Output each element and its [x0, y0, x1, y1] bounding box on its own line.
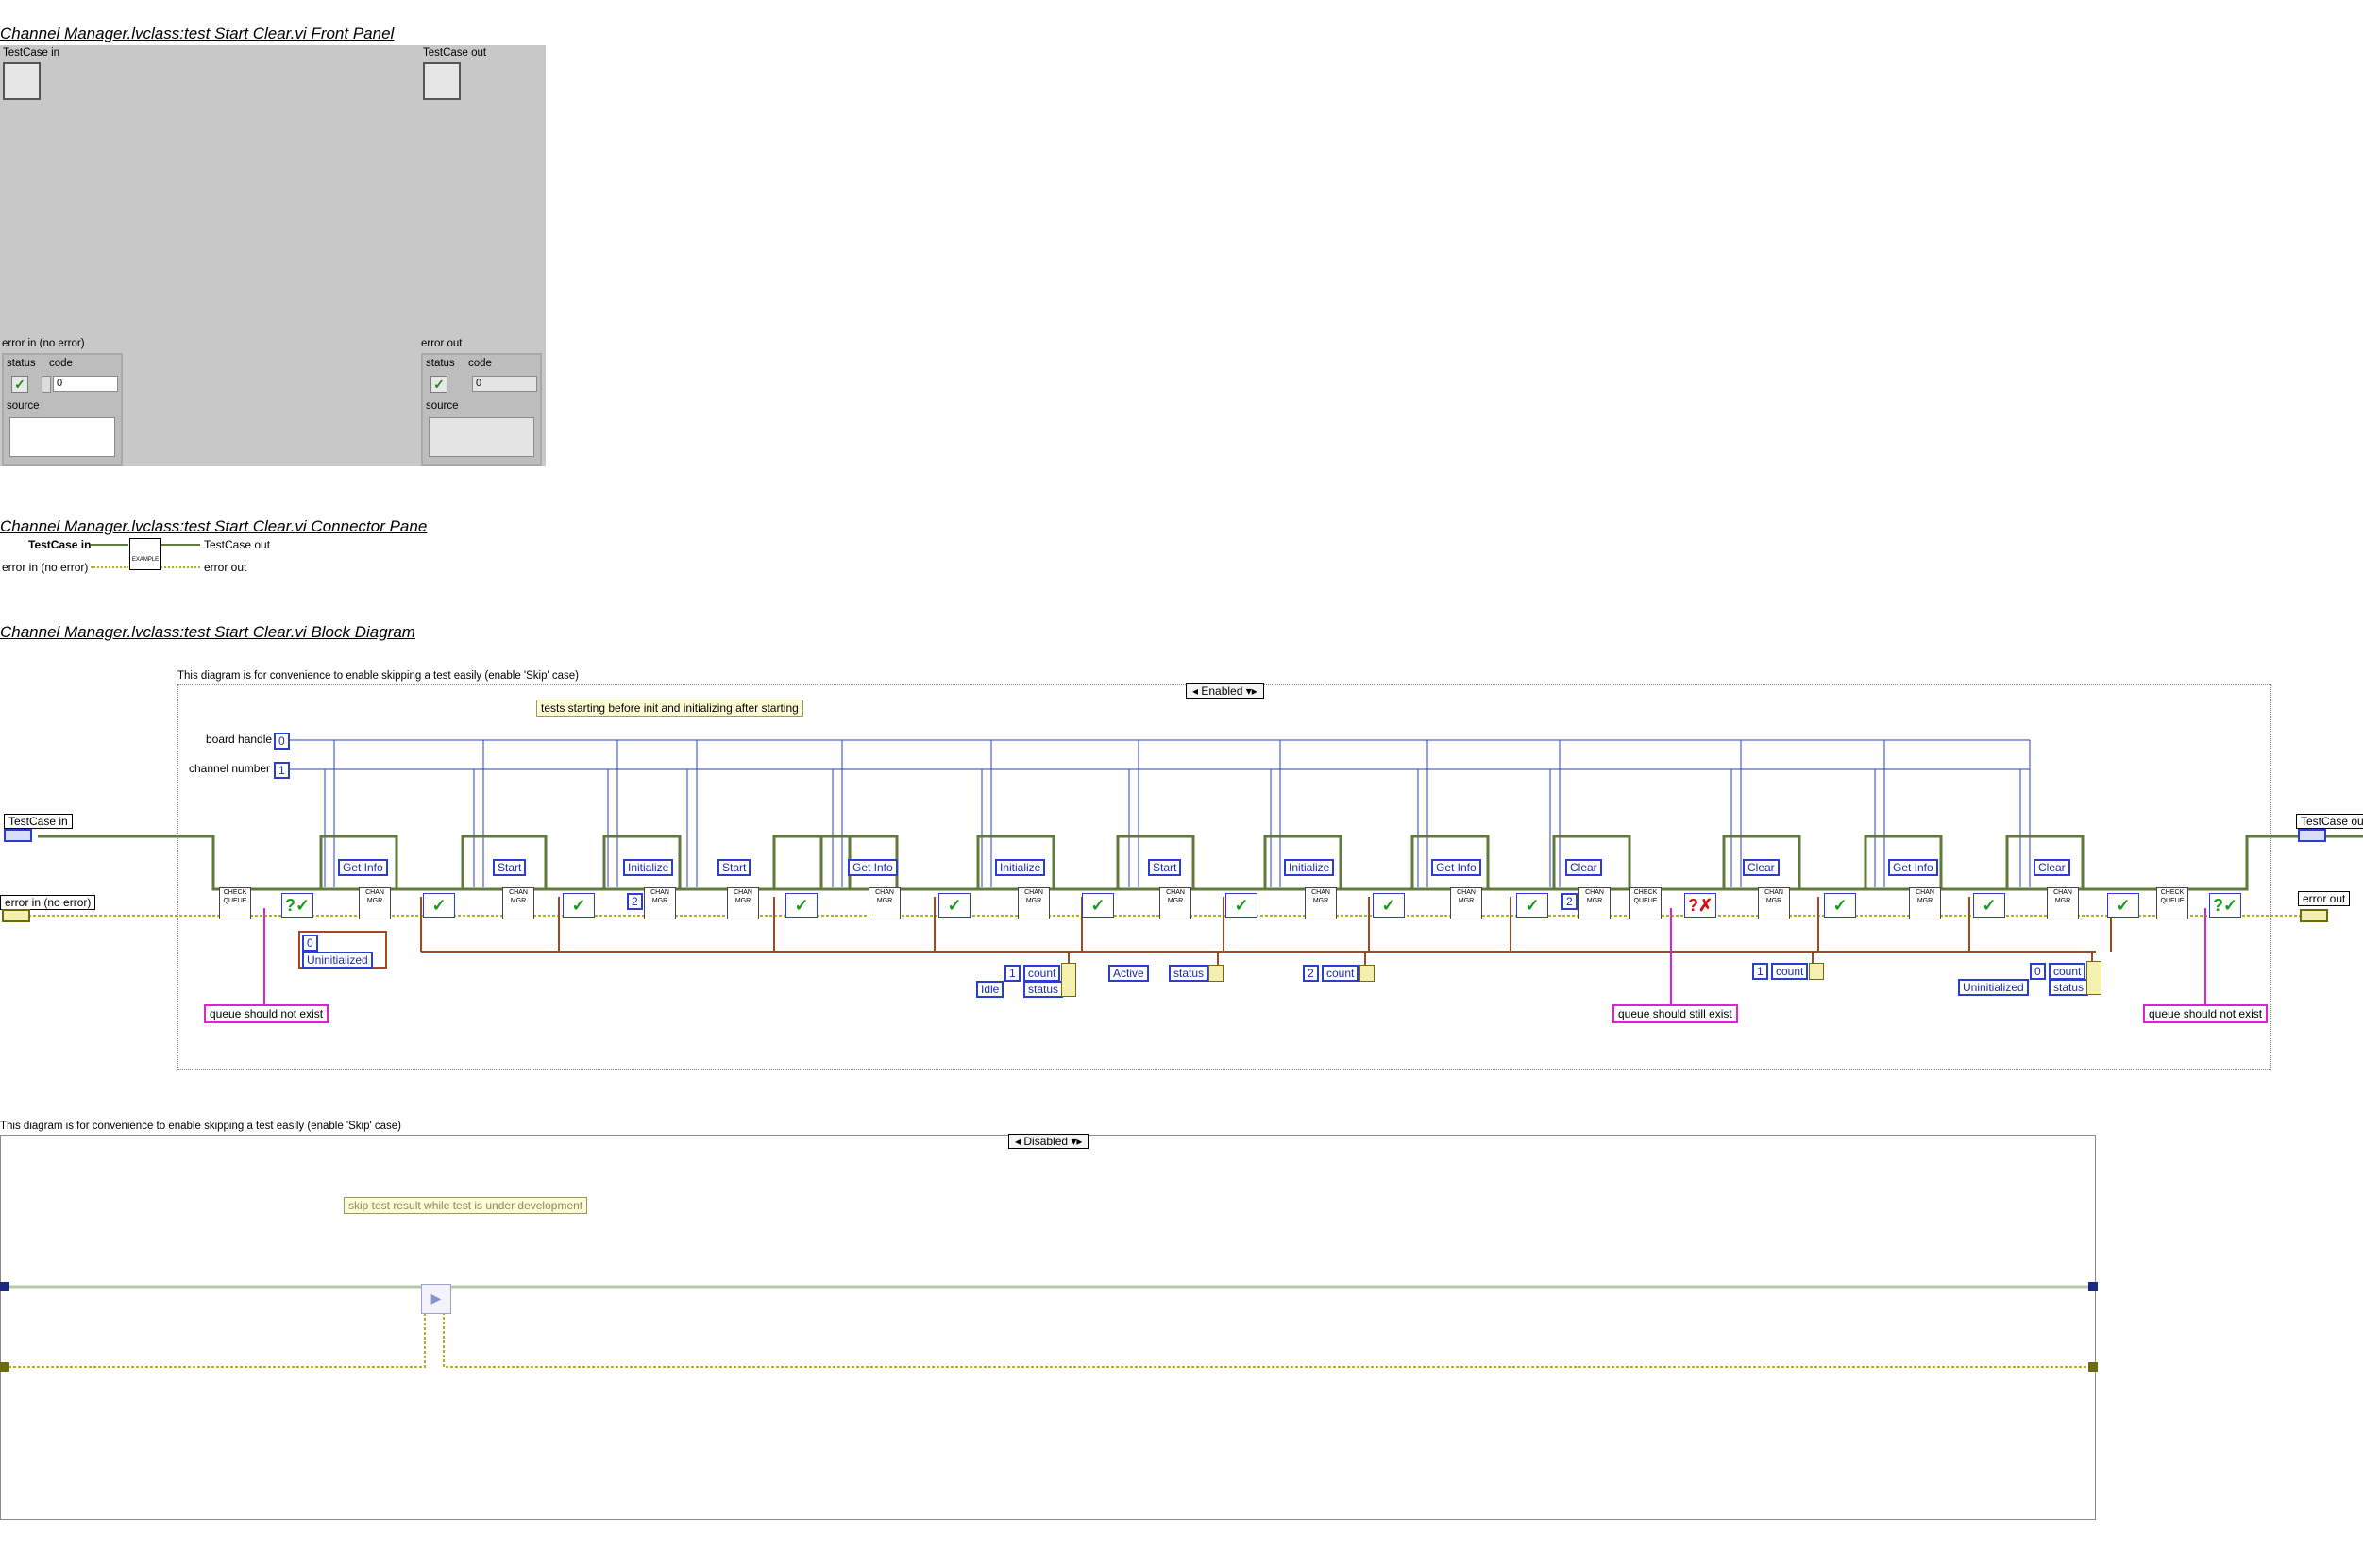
bundle-5[interactable] — [2086, 961, 2101, 995]
c3-count-const[interactable]: 2 — [1303, 965, 1319, 982]
constant-two-1[interactable]: 2 — [627, 893, 643, 910]
assert-vi-3[interactable]: ?✓ — [2209, 893, 2241, 918]
chan-mgr-vi-4[interactable]: CHAN MGR — [727, 887, 759, 919]
check-queue-vi-1[interactable]: CHECK QUEUE — [219, 887, 251, 919]
tunnel-left-error — [0, 1362, 9, 1372]
c4-count-const[interactable]: 1 — [1752, 963, 1768, 980]
note-skip-test: skip test result while test is under dev… — [344, 1197, 588, 1214]
assert-vi-1[interactable]: ?✓ — [281, 893, 313, 918]
command-enum-1[interactable]: Get Info — [338, 859, 388, 876]
case-selector-disabled[interactable]: ◂ Disabled ▾▸ — [1008, 1134, 1089, 1149]
c5-status-const[interactable]: Uninitialized — [1958, 979, 2029, 996]
c4-count-label: count — [1771, 963, 1809, 980]
equals-check-1[interactable]: ✓ — [423, 893, 455, 918]
chan-mgr-vi-1[interactable]: CHAN MGR — [359, 887, 391, 919]
case-label-disabled: Disabled — [1023, 1135, 1069, 1148]
c1-count-label: count — [1023, 965, 1061, 982]
c5-count-const[interactable]: 0 — [2030, 963, 2046, 980]
bd-testcase-in-label: TestCase in — [4, 814, 73, 829]
equals-check-8[interactable]: ✓ — [1516, 893, 1548, 918]
equals-check-2[interactable]: ✓ — [563, 893, 595, 918]
skip-vi-icon[interactable]: ▶ — [421, 1284, 451, 1314]
bundle-4[interactable] — [1809, 963, 1824, 980]
command-enum-3[interactable]: Initialize — [623, 859, 674, 876]
assert-vi-2[interactable]: ?✗ — [1684, 893, 1716, 918]
initial-status-cluster[interactable]: 0 Uninitialized — [298, 931, 387, 969]
chan-mgr-vi-8[interactable]: CHAN MGR — [1305, 887, 1337, 919]
equals-check-7[interactable]: ✓ — [1373, 893, 1405, 918]
tunnel-right-class — [2088, 1282, 2098, 1291]
c1-status-label: status — [1023, 981, 1064, 998]
c1-status-const[interactable]: Idle — [976, 981, 1004, 998]
c5-status-label: status — [2049, 979, 2089, 996]
chan-mgr-vi-12[interactable]: CHAN MGR — [1909, 887, 1941, 919]
comment-queue-should-not-exist-2: queue should not exist — [2143, 1004, 2269, 1023]
comment-queue-should-still-exist: queue should still exist — [1612, 1004, 1738, 1023]
chan-mgr-vi-5[interactable]: CHAN MGR — [869, 887, 901, 919]
equals-check-3[interactable]: ✓ — [785, 893, 818, 918]
equals-check-6[interactable]: ✓ — [1225, 893, 1257, 918]
chan-mgr-vi-9[interactable]: CHAN MGR — [1450, 887, 1482, 919]
command-enum-11[interactable]: Clear — [1743, 859, 1780, 876]
structure2-caption: This diagram is for convenience to enabl… — [0, 1121, 402, 1132]
chan-mgr-vi-11[interactable]: CHAN MGR — [1758, 887, 1790, 919]
command-enum-4[interactable]: Start — [717, 859, 751, 876]
equals-check-4[interactable]: ✓ — [938, 893, 971, 918]
command-enum-10[interactable]: Clear — [1565, 859, 1602, 876]
bd-error-in-label: error in (no error) — [0, 895, 96, 910]
initial-count[interactable]: 0 — [302, 935, 318, 952]
equals-check-5[interactable]: ✓ — [1082, 893, 1114, 918]
chan-mgr-vi-10[interactable]: CHAN MGR — [1578, 887, 1611, 919]
bundle-3[interactable] — [1359, 965, 1375, 982]
comment-queue-should-not-exist-1: queue should not exist — [204, 1004, 329, 1023]
c1-count-const[interactable]: 1 — [1004, 965, 1021, 982]
board-handle-label: board handle — [206, 733, 273, 746]
bundle-2[interactable] — [1208, 965, 1224, 982]
diagram-disable-structure-disabled — [0, 1135, 2096, 1520]
bd-testcase-out-label: TestCase out — [2296, 814, 2363, 829]
tunnel-right-error — [2088, 1362, 2098, 1372]
bd-testcase-out-terminal — [2298, 829, 2326, 842]
tunnel-left-class — [0, 1282, 9, 1291]
command-enum-6[interactable]: Initialize — [995, 859, 1046, 876]
chan-mgr-vi-7[interactable]: CHAN MGR — [1159, 887, 1191, 919]
channel-number-constant[interactable]: 1 — [274, 762, 290, 779]
chan-mgr-vi-3[interactable]: CHAN MGR — [644, 887, 676, 919]
equals-check-9[interactable]: ✓ — [1824, 893, 1856, 918]
c3-count-label: count — [1322, 965, 1359, 982]
bundle-1[interactable] — [1061, 963, 1076, 997]
bd-error-in-terminal[interactable] — [2, 909, 30, 922]
board-handle-constant[interactable]: 0 — [274, 733, 290, 750]
check-queue-vi-3[interactable]: CHECK QUEUE — [2156, 887, 2188, 919]
command-enum-2[interactable]: Start — [493, 859, 527, 876]
channel-number-label: channel number — [189, 762, 271, 775]
check-queue-vi-2[interactable]: CHECK QUEUE — [1629, 887, 1662, 919]
chan-mgr-vi-2[interactable]: CHAN MGR — [502, 887, 534, 919]
command-enum-8[interactable]: Initialize — [1284, 859, 1335, 876]
command-enum-5[interactable]: Get Info — [848, 859, 898, 876]
bd-error-out-label: error out — [2298, 891, 2351, 906]
command-enum-7[interactable]: Start — [1148, 859, 1182, 876]
initial-status-enum[interactable]: Uninitialized — [302, 952, 373, 969]
command-enum-13[interactable]: Clear — [2034, 859, 2070, 876]
command-enum-9[interactable]: Get Info — [1431, 859, 1481, 876]
bd-error-out-terminal — [2300, 909, 2328, 922]
constant-two-2[interactable]: 2 — [1561, 893, 1578, 910]
c2-status-const[interactable]: Active — [1108, 965, 1149, 982]
equals-check-11[interactable]: ✓ — [2107, 893, 2139, 918]
chan-mgr-vi-6[interactable]: CHAN MGR — [1018, 887, 1050, 919]
command-enum-12[interactable]: Get Info — [1888, 859, 1938, 876]
equals-check-10[interactable]: ✓ — [1973, 893, 2005, 918]
c2-status-label: status — [1169, 965, 1209, 982]
bd-testcase-in-terminal[interactable] — [4, 829, 32, 842]
c5-count-label: count — [2049, 963, 2086, 980]
chan-mgr-vi-13[interactable]: CHAN MGR — [2047, 887, 2079, 919]
